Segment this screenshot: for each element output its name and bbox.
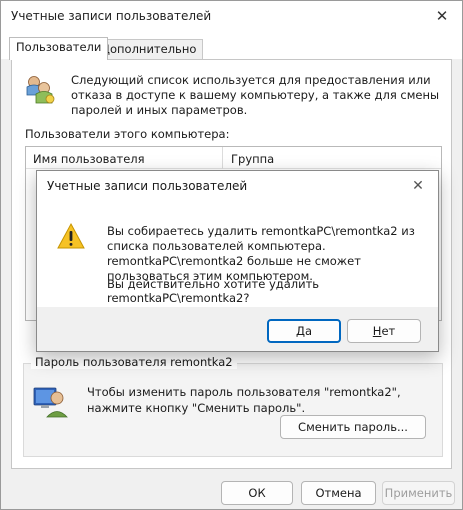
password-change-text: Чтобы изменить пароль пользователя "remo… [87,385,401,415]
cancel-button[interactable]: Отмена [301,481,376,505]
no-button[interactable]: Нет [347,319,421,343]
ok-button[interactable]: ОК [221,481,293,505]
dialog-title: Учетные записи пользователей [47,179,248,193]
password-group-legend: Пароль пользователя remontka2 [31,355,237,369]
intro-text: Следующий список используется для предос… [71,73,440,117]
change-password-button[interactable]: Сменить пароль... [280,415,426,439]
yes-button[interactable]: Да [267,319,341,343]
yes-label-rest: а [304,324,313,338]
warning-icon [57,222,85,249]
user-password-icon [33,387,68,418]
list-header: Имя пользователя Группа [26,147,441,169]
delete-confirm-dialog: Учетные записи пользователей ✕ Вы собира… [36,170,439,352]
window-title: Учетные записи пользователей [11,9,212,23]
tab-advanced[interactable]: Дополнительно [94,39,204,59]
dialog-question: Вы действительно хотите удалить remontka… [107,277,320,305]
users-list-caption: Пользователи этого компьютера: [25,127,230,141]
dialog-close-icon[interactable]: ✕ [406,175,430,197]
column-header-group[interactable]: Группа [231,152,274,166]
yes-accesskey: Д [295,324,305,338]
no-label-rest: ет [381,324,396,338]
dialog-message: Вы собираетесь удалить remontkaPC\remont… [107,224,415,283]
column-separator[interactable] [222,147,223,169]
users-icon [26,76,55,104]
apply-button: Применить [382,481,455,505]
column-header-username[interactable]: Имя пользователя [33,152,145,166]
title-bar: Учетные записи пользователей ✕ [1,1,462,33]
tab-users[interactable]: Пользователи [9,37,109,60]
close-icon[interactable]: ✕ [430,5,454,27]
